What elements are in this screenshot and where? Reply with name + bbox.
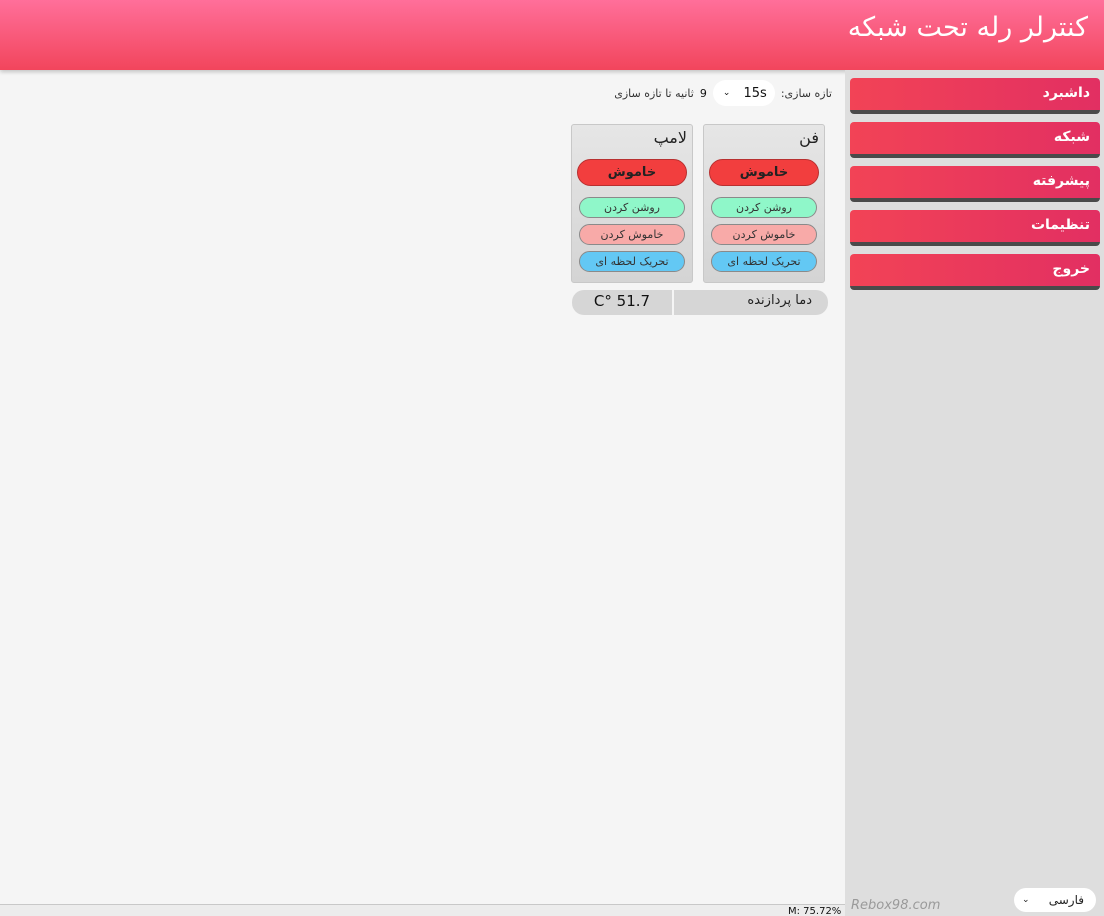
refresh-countdown-text: ثانیه تا تازه سازی [614,86,694,100]
language-selected-value: فارسی [1048,893,1084,907]
refresh-interval-select[interactable]: ⌄ 15s [712,80,775,106]
app-header: کنترلر رله تحت شبکه [0,0,1104,70]
relay-off-button[interactable]: خاموش کردن [711,224,817,245]
sidebar-item-logout[interactable]: خروج [850,254,1100,290]
sidebar-item-advanced[interactable]: پیشرفته [850,166,1100,202]
relay-name: لامپ [653,128,687,147]
relay-status-badge: خاموش [577,159,687,186]
relay-pulse-button[interactable]: تحریک لحظه ای [711,251,817,272]
relay-pulse-button[interactable]: تحریک لحظه ای [579,251,685,272]
chevron-down-icon: ⌄ [1022,895,1030,905]
relay-status-badge: خاموش [709,159,819,186]
chevron-down-icon: ⌄ [722,88,731,98]
brand-link[interactable]: Rebox98.com [851,898,940,913]
refresh-countdown: 9 [699,86,707,100]
relay-card-fan: فن خاموش روشن کردن خاموش کردن تحریک لحظه… [703,124,825,283]
sidebar-item-dashboard[interactable]: داشبرد [850,78,1100,114]
cpu-temperature-label: دما پردازنده [674,290,828,315]
page-title: کنترلر رله تحت شبکه [847,12,1088,43]
relay-on-button[interactable]: روشن کردن [711,197,817,218]
cpu-temperature-value: C° 51.7 [572,290,672,315]
refresh-bar: تازه سازی: ⌄ 15s 9 ثانیه تا تازه سازی [600,80,832,106]
refresh-interval-value: 15s [743,85,767,101]
refresh-label: تازه سازی: [780,86,832,100]
sidebar-item-network[interactable]: شبکه [850,122,1100,158]
memory-status-bar [0,904,845,916]
relay-on-button[interactable]: روشن کردن [579,197,685,218]
relay-card-lamp: لامپ خاموش روشن کردن خاموش کردن تحریک لح… [571,124,693,283]
language-select[interactable]: ⌄ فارسی [1014,888,1096,912]
sidebar-item-settings[interactable]: تنظیمات [850,210,1100,246]
relay-name: فن [799,128,819,147]
memory-usage-text: M: 75.72% [788,906,842,916]
relay-off-button[interactable]: خاموش کردن [579,224,685,245]
sidebar: داشبرد شبکه پیشرفته تنظیمات خروج Rebox98… [845,70,1104,916]
